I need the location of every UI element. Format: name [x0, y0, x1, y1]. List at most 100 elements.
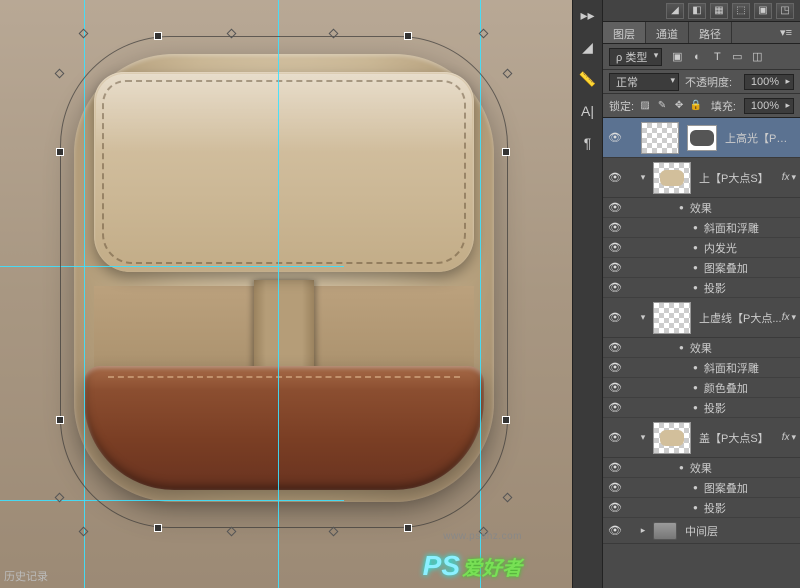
- effect-row[interactable]: 👁●图案叠加: [603, 478, 800, 498]
- visibility-icon[interactable]: 👁: [607, 241, 623, 254]
- thumb-option-icon[interactable]: ▣: [754, 3, 772, 19]
- anchor-point[interactable]: [154, 32, 162, 40]
- layer-thumbnail[interactable]: [653, 302, 691, 334]
- filter-shape-icon[interactable]: ▭: [728, 48, 746, 66]
- effect-row[interactable]: 👁●斜面和浮雕: [603, 358, 800, 378]
- effect-row[interactable]: 👁●颜色叠加: [603, 378, 800, 398]
- paragraph-panel-icon[interactable]: ¶: [579, 134, 597, 152]
- visibility-icon[interactable]: 👁: [607, 431, 623, 444]
- fx-twirl-icon[interactable]: ▾: [791, 432, 796, 443]
- bezier-handle[interactable]: [503, 493, 513, 503]
- lock-transparency-icon[interactable]: ▨: [638, 99, 652, 113]
- bezier-handle[interactable]: [227, 29, 237, 39]
- bezier-handle[interactable]: [329, 527, 339, 537]
- layer-mask-thumbnail[interactable]: [687, 125, 717, 151]
- tab-layers[interactable]: 图层: [603, 22, 646, 43]
- bezier-handle[interactable]: [79, 527, 89, 537]
- bezier-handle[interactable]: [79, 29, 89, 39]
- layer-name[interactable]: 上虚线【P大点...: [695, 310, 782, 326]
- fx-badge[interactable]: fx: [782, 172, 790, 183]
- fx-badge[interactable]: fx: [782, 312, 790, 323]
- effect-row[interactable]: 👁●斜面和浮雕: [603, 218, 800, 238]
- opacity-value[interactable]: 100%: [744, 74, 794, 90]
- effect-row[interactable]: 👁●效果: [603, 458, 800, 478]
- twirl-icon[interactable]: ▾: [637, 312, 649, 323]
- panel-menu-icon[interactable]: ▾≡: [772, 22, 800, 43]
- layer-group-row[interactable]: 👁 ▸ 中间层: [603, 518, 800, 544]
- triangle-icon[interactable]: ◢: [579, 38, 597, 56]
- visibility-icon[interactable]: 👁: [607, 524, 623, 537]
- visibility-icon[interactable]: 👁: [607, 461, 623, 474]
- layer-row[interactable]: 👁 ▾ 上【P大点S】 fx▾: [603, 158, 800, 198]
- thumb-option-icon[interactable]: ⬚: [732, 3, 750, 19]
- layer-name[interactable]: 中间层: [681, 523, 796, 539]
- visibility-icon[interactable]: 👁: [607, 341, 623, 354]
- layer-row[interactable]: 👁 上高光【P大点S】: [603, 118, 800, 158]
- layer-row[interactable]: 👁 ▾ 盖【P大点S】 fx▾: [603, 418, 800, 458]
- lock-position-icon[interactable]: ✥: [672, 99, 686, 113]
- visibility-icon[interactable]: 👁: [607, 481, 623, 494]
- thumb-option-icon[interactable]: ▦: [710, 3, 728, 19]
- twirl-icon[interactable]: ▸: [637, 525, 649, 536]
- effect-row[interactable]: 👁●投影: [603, 398, 800, 418]
- filter-type-icon[interactable]: T: [708, 48, 726, 66]
- guide-horizontal[interactable]: [0, 500, 344, 501]
- visibility-icon[interactable]: 👁: [607, 501, 623, 514]
- effect-row[interactable]: 👁●投影: [603, 498, 800, 518]
- effect-row[interactable]: 👁●投影: [603, 278, 800, 298]
- guide-vertical[interactable]: [480, 0, 481, 588]
- effect-row[interactable]: 👁●内发光: [603, 238, 800, 258]
- visibility-icon[interactable]: 👁: [607, 171, 623, 184]
- layer-name[interactable]: 上高光【P大点S】: [721, 130, 796, 146]
- expand-dock-icon[interactable]: ▸▸: [579, 6, 597, 24]
- visibility-icon[interactable]: 👁: [607, 311, 623, 324]
- thumb-option-icon[interactable]: ◧: [688, 3, 706, 19]
- filter-pixel-icon[interactable]: ▣: [668, 48, 686, 66]
- visibility-icon[interactable]: 👁: [607, 401, 623, 414]
- character-panel-icon[interactable]: A|: [579, 102, 597, 120]
- canvas-area[interactable]: 历史记录 www.psahz.com PS 爱好者: [0, 0, 572, 588]
- bezier-handle[interactable]: [503, 69, 513, 79]
- visibility-icon[interactable]: 👁: [607, 201, 623, 214]
- anchor-point[interactable]: [154, 524, 162, 532]
- layer-name[interactable]: 上【P大点S】: [695, 170, 782, 186]
- effect-row[interactable]: 👁●图案叠加: [603, 258, 800, 278]
- fx-twirl-icon[interactable]: ▾: [791, 312, 796, 323]
- guide-horizontal[interactable]: [0, 266, 344, 267]
- tab-channels[interactable]: 通道: [646, 22, 689, 43]
- visibility-icon[interactable]: 👁: [607, 381, 623, 394]
- visibility-icon[interactable]: 👁: [607, 131, 623, 144]
- anchor-point[interactable]: [502, 416, 510, 424]
- anchor-point[interactable]: [56, 148, 64, 156]
- bezier-handle[interactable]: [227, 527, 237, 537]
- visibility-icon[interactable]: 👁: [607, 261, 623, 274]
- layer-name[interactable]: 盖【P大点S】: [695, 430, 782, 446]
- anchor-point[interactable]: [404, 524, 412, 532]
- visibility-icon[interactable]: 👁: [607, 221, 623, 234]
- thumb-option-icon[interactable]: ◢: [666, 3, 684, 19]
- filter-smart-icon[interactable]: ◫: [748, 48, 766, 66]
- visibility-icon[interactable]: 👁: [607, 361, 623, 374]
- twirl-icon[interactable]: ▾: [637, 432, 649, 443]
- effect-row[interactable]: 👁●效果: [603, 198, 800, 218]
- anchor-point[interactable]: [56, 416, 64, 424]
- bezier-handle[interactable]: [55, 69, 65, 79]
- ruler-icon[interactable]: 📏: [579, 70, 597, 88]
- lock-all-icon[interactable]: 🔒: [689, 99, 703, 113]
- lock-pixels-icon[interactable]: ✎: [655, 99, 669, 113]
- thumb-option-icon[interactable]: ◳: [776, 3, 794, 19]
- filter-kind-dropdown[interactable]: ρ 类型: [609, 48, 662, 66]
- twirl-icon[interactable]: ▾: [637, 172, 649, 183]
- effect-row[interactable]: 👁●效果: [603, 338, 800, 358]
- layer-thumbnail[interactable]: [641, 122, 679, 154]
- visibility-icon[interactable]: 👁: [607, 281, 623, 294]
- tab-paths[interactable]: 路径: [689, 22, 732, 43]
- layer-row[interactable]: 👁 ▾ 上虚线【P大点... fx▾: [603, 298, 800, 338]
- layer-thumbnail[interactable]: [653, 422, 691, 454]
- bezier-handle[interactable]: [329, 29, 339, 39]
- fill-value[interactable]: 100%: [744, 98, 794, 114]
- anchor-point[interactable]: [502, 148, 510, 156]
- blend-mode-dropdown[interactable]: 正常: [609, 73, 679, 91]
- anchor-point[interactable]: [404, 32, 412, 40]
- filter-adjust-icon[interactable]: ◐: [688, 48, 706, 66]
